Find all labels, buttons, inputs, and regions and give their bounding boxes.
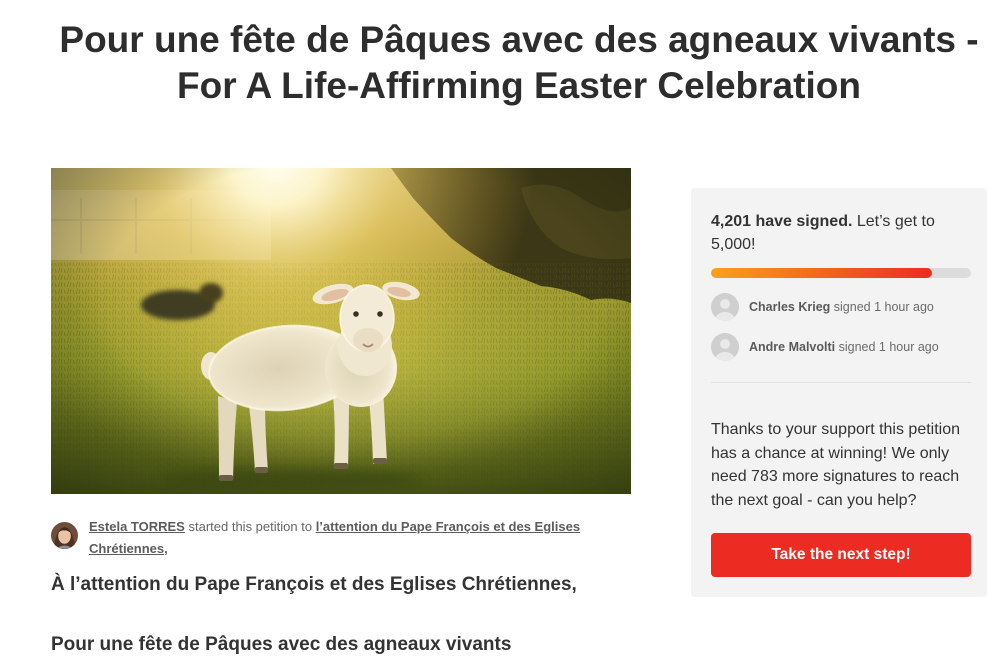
take-next-step-button[interactable]: Take the next step! xyxy=(711,533,971,577)
recent-signer-row: Charles Krieg signed 1 hour ago xyxy=(711,293,971,321)
user-avatar-icon xyxy=(711,293,739,321)
author-name-link[interactable]: Estela TORRES xyxy=(89,519,185,534)
petition-photo xyxy=(51,168,631,494)
recent-signer-text: Charles Krieg signed 1 hour ago xyxy=(749,293,934,321)
progress-fill xyxy=(711,268,932,278)
recent-signer-row: Andre Malvolti signed 1 hour ago xyxy=(711,333,971,361)
signer-time: signed 1 hour ago xyxy=(833,300,934,314)
signature-sidebar: 4,201 have signed. Let’s get to 5,000! C… xyxy=(691,188,987,597)
user-avatar-icon xyxy=(711,333,739,361)
support-message: Thanks to your support this petition has… xyxy=(711,421,961,509)
sidebar-divider xyxy=(711,382,971,383)
petition-title: Pour une fête de Pâques avec des agneaux… xyxy=(51,17,987,109)
signed-count-text: 4,201 have signed. xyxy=(711,213,853,230)
petition-photo-graphic xyxy=(51,168,631,494)
signer-time: signed 1 hour ago xyxy=(838,340,939,354)
signer-name: Andre Malvolti xyxy=(749,340,836,354)
letter-greeting: À l’attention du Pape François et des Eg… xyxy=(51,574,577,595)
author-avatar[interactable] xyxy=(51,522,78,549)
author-avatar-photo xyxy=(51,522,78,549)
signature-progress-bar xyxy=(711,268,971,278)
signature-count: 4,201 have signed. Let’s get to 5,000! xyxy=(711,210,971,256)
recent-signer-text: Andre Malvolti signed 1 hour ago xyxy=(749,333,939,361)
signer-name: Charles Krieg xyxy=(749,300,831,314)
letter-heading: Pour une fête de Pâques avec des agneaux… xyxy=(51,634,512,655)
petition-title-line-1: Pour une fête de Pâques avec des agneaux… xyxy=(59,19,979,60)
starter-action-text: started this petition to xyxy=(188,519,313,534)
petition-title-line-2: For A Life-Affirming Easter Celebration xyxy=(177,65,861,106)
petition-starter-line: Estela TORRES started this petition to l… xyxy=(89,516,589,560)
